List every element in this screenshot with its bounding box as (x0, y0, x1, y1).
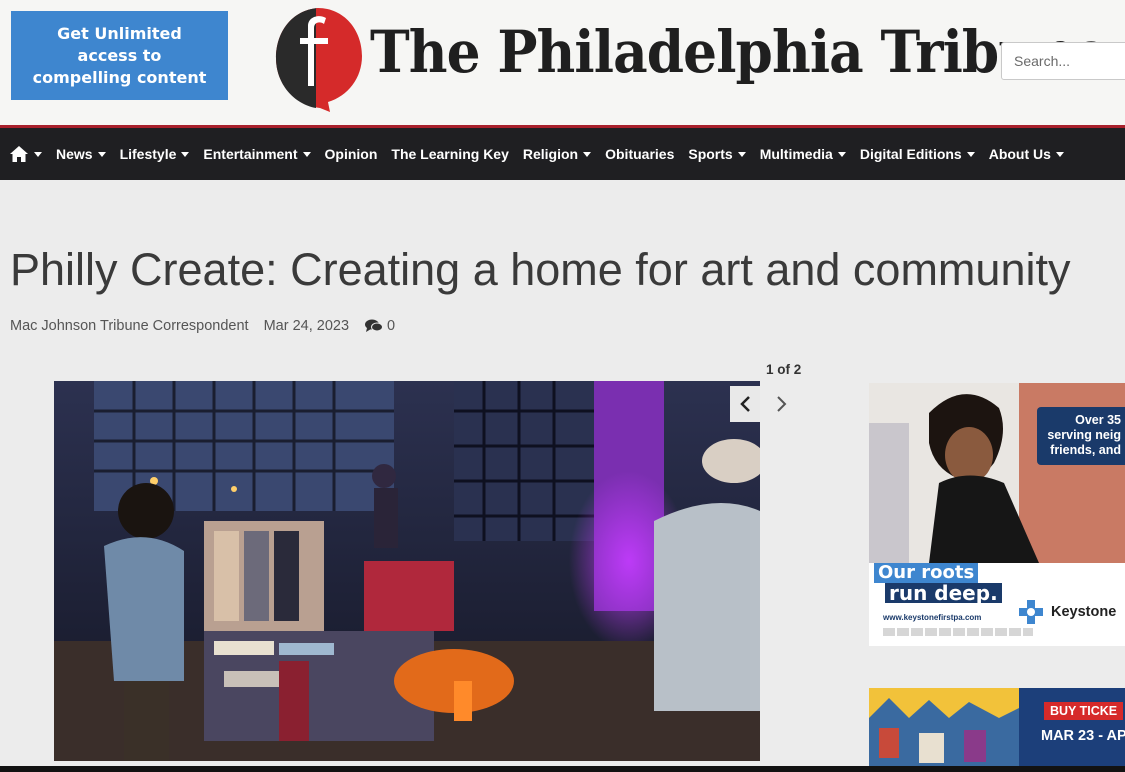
nav-obituaries[interactable]: Obituaries (598, 128, 681, 180)
chevron-down-icon (837, 151, 846, 157)
keystone-cross-icon (1019, 600, 1043, 624)
ad-fine-print (883, 628, 1033, 636)
chevron-down-icon (737, 151, 746, 157)
nav-home[interactable] (2, 128, 49, 180)
chevron-down-icon (583, 151, 592, 157)
chevron-down-icon (966, 151, 975, 157)
gallery-prev-button[interactable] (730, 386, 760, 422)
home-icon (10, 146, 28, 162)
chevron-left-icon (740, 396, 750, 412)
subscribe-promo-button[interactable]: Get Unlimited access to compelling conte… (11, 11, 228, 100)
article-byline[interactable]: Mac Johnson Tribune Correspondent (10, 318, 249, 334)
keystone-ad[interactable]: Over 35 serving neig friends, and Our ro… (869, 383, 1125, 646)
nav-lifestyle[interactable]: Lifestyle (113, 128, 197, 180)
search-input[interactable] (1001, 42, 1125, 80)
article-photo[interactable] (54, 381, 760, 761)
chevron-down-icon (1055, 151, 1064, 157)
nav-about-us[interactable]: About Us (982, 128, 1071, 180)
nav-entertainment[interactable]: Entertainment (196, 128, 317, 180)
nav-religion[interactable]: Religion (516, 128, 598, 180)
chevron-right-icon (777, 396, 787, 412)
buy-tickets-button[interactable]: BUY TICKE (1044, 702, 1124, 720)
screen-bezel (0, 766, 1125, 772)
ad-bubble-text: Over 35 serving neig friends, and (1037, 407, 1125, 465)
ad-tagline-2: run deep. (885, 583, 1002, 603)
gallery-counter: 1 of 2 (766, 362, 802, 377)
article-meta: Mac Johnson Tribune Correspondent Mar 24… (10, 318, 395, 334)
event-ad[interactable]: BUY TICKE MAR 23 - AP (869, 688, 1125, 772)
nav-digital-editions[interactable]: Digital Editions (853, 128, 982, 180)
ad-url: www.keystonefirstpa.com (883, 613, 982, 622)
chevron-down-icon (181, 151, 190, 157)
chevron-down-icon (97, 151, 106, 157)
nav-opinion[interactable]: Opinion (318, 128, 385, 180)
nav-sports[interactable]: Sports (681, 128, 752, 180)
comments-icon (365, 319, 384, 332)
keystone-brand: Keystone (1019, 600, 1116, 624)
comments-link[interactable]: 0 (365, 318, 395, 334)
chevron-down-icon (34, 151, 42, 157)
tribune-logo-icon[interactable] (272, 4, 364, 112)
event-photo-image (54, 381, 760, 761)
comment-count: 0 (387, 318, 396, 334)
chevron-down-icon (302, 151, 311, 157)
article-date: Mar 24, 2023 (263, 318, 350, 334)
gallery-next-button[interactable] (768, 386, 796, 422)
main-navigation: News Lifestyle Entertainment Opinion The… (0, 125, 1125, 180)
nav-multimedia[interactable]: Multimedia (753, 128, 853, 180)
event-ad-image (869, 688, 1019, 772)
ad-tagline-1: Our roots (874, 563, 979, 583)
nav-news[interactable]: News (49, 128, 113, 180)
masthead-title[interactable]: The Philadelphia Tribune (370, 18, 1108, 86)
nav-learning-key[interactable]: The Learning Key (384, 128, 515, 180)
event-dates: MAR 23 - AP (1041, 728, 1125, 744)
article-headline: Philly Create: Creating a home for art a… (10, 244, 1071, 295)
site-header: Get Unlimited access to compelling conte… (0, 0, 1125, 125)
